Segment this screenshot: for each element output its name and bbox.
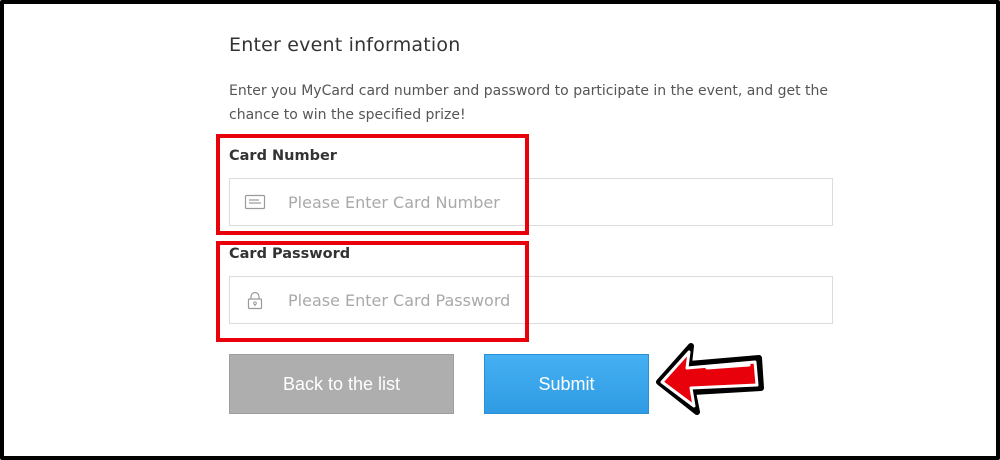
- form-title: Enter event information: [229, 34, 461, 56]
- submit-button[interactable]: Submit: [484, 354, 649, 414]
- pointer-arrow-icon: [656, 343, 764, 415]
- form-description: Enter you MyCard card number and passwor…: [229, 83, 829, 123]
- screenshot-frame: Enter event information Enter you MyCard…: [0, 0, 1000, 460]
- back-to-list-button[interactable]: Back to the list: [229, 354, 454, 414]
- highlight-box-card-number: [216, 134, 529, 235]
- highlight-box-card-password: [216, 241, 529, 342]
